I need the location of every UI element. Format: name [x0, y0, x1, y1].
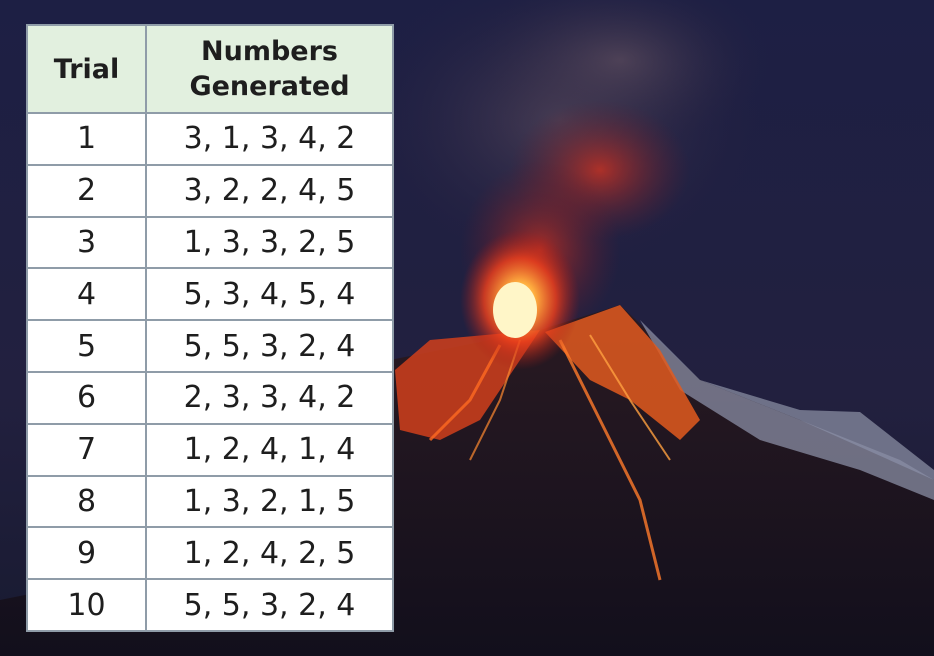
numbers-cell: 3, 2, 2, 4, 5 — [145, 163, 394, 218]
numbers-cell: 1, 3, 3, 2, 5 — [145, 215, 394, 270]
table-row: 4 5, 3, 4, 5, 4 — [26, 267, 394, 322]
numbers-cell: 1, 2, 4, 2, 5 — [145, 526, 394, 581]
table-row: 1 3, 1, 3, 4, 2 — [26, 112, 394, 166]
numbers-cell: 1, 2, 4, 1, 4 — [145, 422, 394, 477]
trial-cell: 7 — [26, 422, 147, 477]
trial-cell: 6 — [26, 370, 147, 425]
trial-cell: 2 — [26, 163, 147, 218]
table-row: 8 1, 3, 2, 1, 5 — [26, 474, 394, 529]
trial-cell: 10 — [26, 578, 147, 632]
numbers-cell: 3, 1, 3, 4, 2 — [145, 112, 394, 166]
table-row: 7 1, 2, 4, 1, 4 — [26, 422, 394, 477]
numbers-cell: 2, 3, 3, 4, 2 — [145, 370, 394, 425]
numbers-cell: 1, 3, 2, 1, 5 — [145, 474, 394, 529]
trial-cell: 1 — [26, 112, 147, 166]
numbers-cell: 5, 5, 3, 2, 4 — [145, 319, 394, 373]
header-numbers-generated: Numbers Generated — [145, 24, 394, 114]
table-header-row: Trial Numbers Generated — [26, 24, 394, 114]
table-row: 3 1, 3, 3, 2, 5 — [26, 215, 394, 270]
header-trial: Trial — [26, 24, 147, 114]
trial-cell: 5 — [26, 319, 147, 373]
trial-cell: 4 — [26, 267, 147, 322]
table-row: 5 5, 5, 3, 2, 4 — [26, 319, 394, 373]
trial-cell: 8 — [26, 474, 147, 529]
numbers-cell: 5, 5, 3, 2, 4 — [145, 578, 394, 632]
header-numbers-generated-label: Numbers Generated — [189, 36, 350, 102]
numbers-cell: 5, 3, 4, 5, 4 — [145, 267, 394, 322]
table-row: 10 5, 5, 3, 2, 4 — [26, 578, 394, 632]
trial-cell: 3 — [26, 215, 147, 270]
table-row: 6 2, 3, 3, 4, 2 — [26, 370, 394, 425]
table-row: 2 3, 2, 2, 4, 5 — [26, 163, 394, 218]
trial-cell: 9 — [26, 526, 147, 581]
trial-table: Trial Numbers Generated 1 3, 1, 3, 4, 2 … — [26, 24, 394, 632]
table-row: 9 1, 2, 4, 2, 5 — [26, 526, 394, 581]
